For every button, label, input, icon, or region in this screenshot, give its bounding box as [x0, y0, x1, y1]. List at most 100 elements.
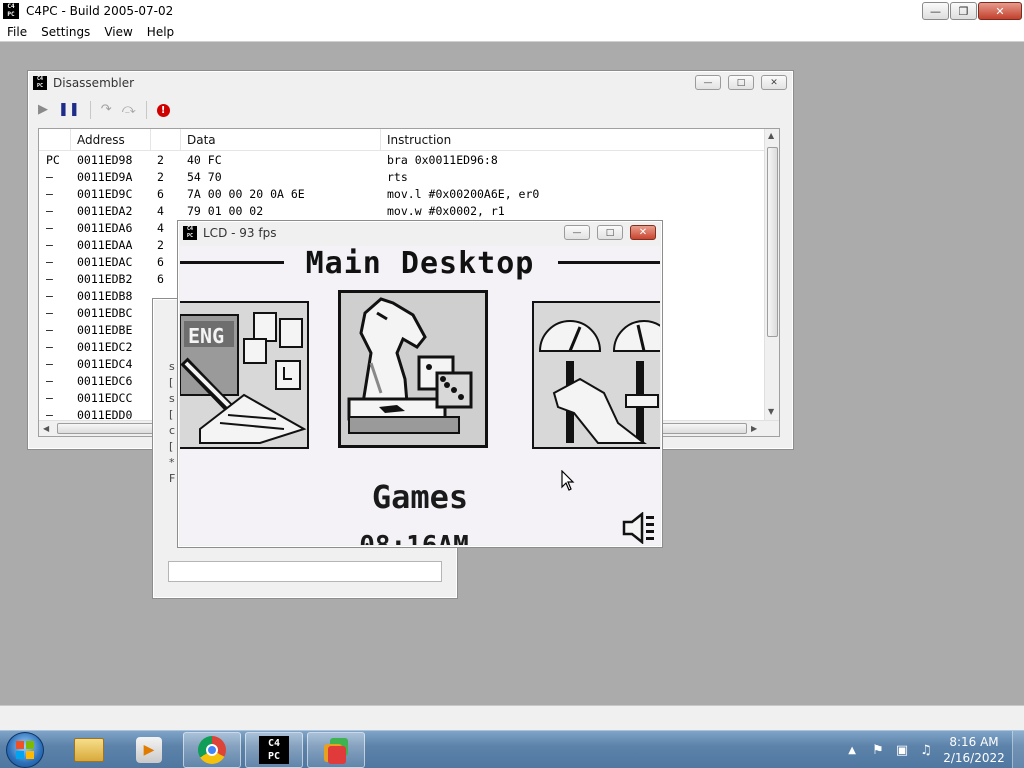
games-app-tile[interactable]	[338, 290, 493, 453]
row-address: 0011EDC6	[77, 374, 133, 388]
lcd-clock: 08:16AM	[180, 531, 654, 545]
speaker-icon[interactable]	[620, 512, 656, 544]
row-size: 6	[157, 187, 164, 201]
disassembler-toolbar: ▶ ❚❚ ↷ ⤼ !	[38, 99, 170, 121]
table-row[interactable]: PC 0011ED98 2 40 FC bra 0x0011ED96:8	[39, 152, 767, 169]
column-marker[interactable]	[39, 129, 71, 151]
row-instruction: rts	[387, 170, 408, 184]
row-address: 0011EDA6	[77, 221, 133, 235]
taskbar-explorer-button[interactable]	[60, 732, 118, 768]
action-center-icon[interactable]: ⚑	[870, 742, 886, 758]
menu-view[interactable]: View	[97, 25, 139, 39]
taskbar-media-player-button[interactable]: ▶	[120, 732, 178, 768]
row-address: 0011ED9C	[77, 187, 133, 201]
row-address: 0011EDB8	[77, 289, 133, 303]
column-instruction[interactable]: Instruction	[381, 129, 767, 151]
row-instruction: mov.w #0x0002, r1	[387, 204, 505, 218]
row-size: 4	[157, 221, 164, 235]
row-size: 6	[157, 255, 164, 269]
table-row[interactable]: – 0011ED9A 2 54 70 rts	[39, 169, 767, 186]
lcd-screen-header: Main Desktop	[180, 246, 660, 282]
step-over-icon[interactable]: ⤼	[122, 101, 136, 119]
taskbar-chrome-button[interactable]	[183, 732, 241, 768]
row-data: 40 FC	[187, 153, 222, 167]
app-title: C4PC - Build 2005-07-02	[26, 4, 174, 18]
network-icon[interactable]: ▣	[894, 742, 910, 758]
stop-icon[interactable]: !	[156, 103, 170, 117]
disassembler-title: Disassembler	[53, 76, 135, 90]
scroll-up-icon[interactable]: ▲	[768, 131, 774, 140]
close-button[interactable]: ✕	[978, 2, 1022, 20]
menu-settings[interactable]: Settings	[34, 25, 97, 39]
row-size: 2	[157, 170, 164, 184]
lcd-minimize-button[interactable]: —	[564, 225, 590, 240]
restore-button[interactable]: ❐	[950, 2, 977, 20]
row-marker: –	[46, 221, 53, 235]
row-address: 0011EDAA	[77, 238, 133, 252]
settings-app-tile[interactable]	[532, 301, 660, 449]
row-marker: –	[46, 306, 53, 320]
start-button[interactable]	[6, 732, 44, 768]
lcd-titlebar[interactable]: C4 PC LCD - 93 fps — □ ✕	[178, 221, 662, 245]
scroll-down-icon[interactable]: ▼	[768, 407, 774, 416]
mouse-cursor-icon	[561, 470, 575, 491]
status-bar	[0, 705, 1024, 730]
office-app-tile[interactable]: ENG	[180, 301, 309, 449]
app-titlebar[interactable]: C4 PC C4PC - Build 2005-07-02 — ❐ ✕	[0, 0, 1024, 22]
step-into-icon[interactable]: ↷	[101, 101, 112, 119]
toolbar-separator	[145, 101, 147, 119]
row-instruction: mov.l #0x00200A6E, er0	[387, 187, 540, 201]
selected-app-label: Games	[371, 478, 469, 516]
show-hidden-icons-icon[interactable]: ▲	[848, 745, 856, 756]
menu-file[interactable]: File	[0, 25, 34, 39]
row-size: 2	[157, 153, 164, 167]
lcd-title: LCD - 93 fps	[203, 226, 277, 240]
disassembler-close-button[interactable]: ✕	[761, 75, 787, 90]
show-desktop-button[interactable]	[1012, 731, 1024, 768]
row-address: 0011EDA2	[77, 204, 133, 218]
row-marker: –	[46, 187, 53, 201]
row-marker: –	[46, 272, 53, 286]
row-address: 0011EDB2	[77, 272, 133, 286]
taskbar-multi-window-button[interactable]	[307, 732, 365, 768]
row-marker: –	[46, 170, 53, 184]
row-address: 0011ED9A	[77, 170, 133, 184]
play-icon[interactable]: ▶	[38, 101, 48, 119]
row-address: 0011EDBE	[77, 323, 133, 337]
column-data[interactable]: Data	[181, 129, 381, 151]
lcd-screen[interactable]: Main Desktop ENG Games	[180, 246, 660, 545]
lcd-maximize-button[interactable]: □	[597, 225, 623, 240]
scroll-right-icon[interactable]: ▶	[751, 424, 757, 433]
console-input[interactable]	[168, 561, 442, 582]
row-marker: –	[46, 374, 53, 388]
chrome-icon	[198, 736, 226, 764]
disassembler-maximize-button[interactable]: □	[728, 75, 754, 90]
pause-icon[interactable]: ❚❚	[58, 101, 80, 119]
minimize-button[interactable]: —	[922, 2, 949, 20]
c4pc-window-icon: C4 PC	[183, 226, 197, 240]
scroll-left-icon[interactable]: ◀	[43, 424, 49, 433]
clock-time: 8:16 AM	[949, 735, 999, 749]
taskbar-c4pc-button[interactable]: C4 PC	[245, 732, 303, 768]
menu-help[interactable]: Help	[140, 25, 181, 39]
row-marker: –	[46, 204, 53, 218]
row-address: 0011EDBC	[77, 306, 133, 320]
row-marker: –	[46, 340, 53, 354]
column-size[interactable]	[151, 129, 181, 151]
table-row[interactable]: – 0011EDA2 4 79 01 00 02 mov.w #0x0002, r1	[39, 203, 767, 220]
vertical-scroll-thumb[interactable]	[767, 147, 778, 337]
lcd-close-button[interactable]: ✕	[630, 225, 656, 240]
row-data: 7A 00 00 20 0A 6E	[187, 187, 305, 201]
row-address: 0011EDC2	[77, 340, 133, 354]
table-row[interactable]: – 0011ED9C 6 7A 00 00 20 0A 6E mov.l #0x0020…	[39, 186, 767, 203]
taskbar-clock[interactable]: 8:16 AM 2/16/2022	[942, 734, 1006, 766]
disassembler-minimize-button[interactable]: —	[695, 75, 721, 90]
row-marker: –	[46, 289, 53, 303]
disassembler-titlebar[interactable]: C4 PC Disassembler — □ ✕	[28, 71, 793, 95]
row-size: 6	[157, 272, 164, 286]
column-address[interactable]: Address	[71, 129, 151, 151]
vertical-scrollbar[interactable]: ▲ ▼	[764, 129, 779, 421]
volume-icon[interactable]: ♫	[918, 742, 934, 758]
lcd-screen-title: Main Desktop	[291, 246, 549, 281]
row-address: 0011EDC4	[77, 357, 133, 371]
